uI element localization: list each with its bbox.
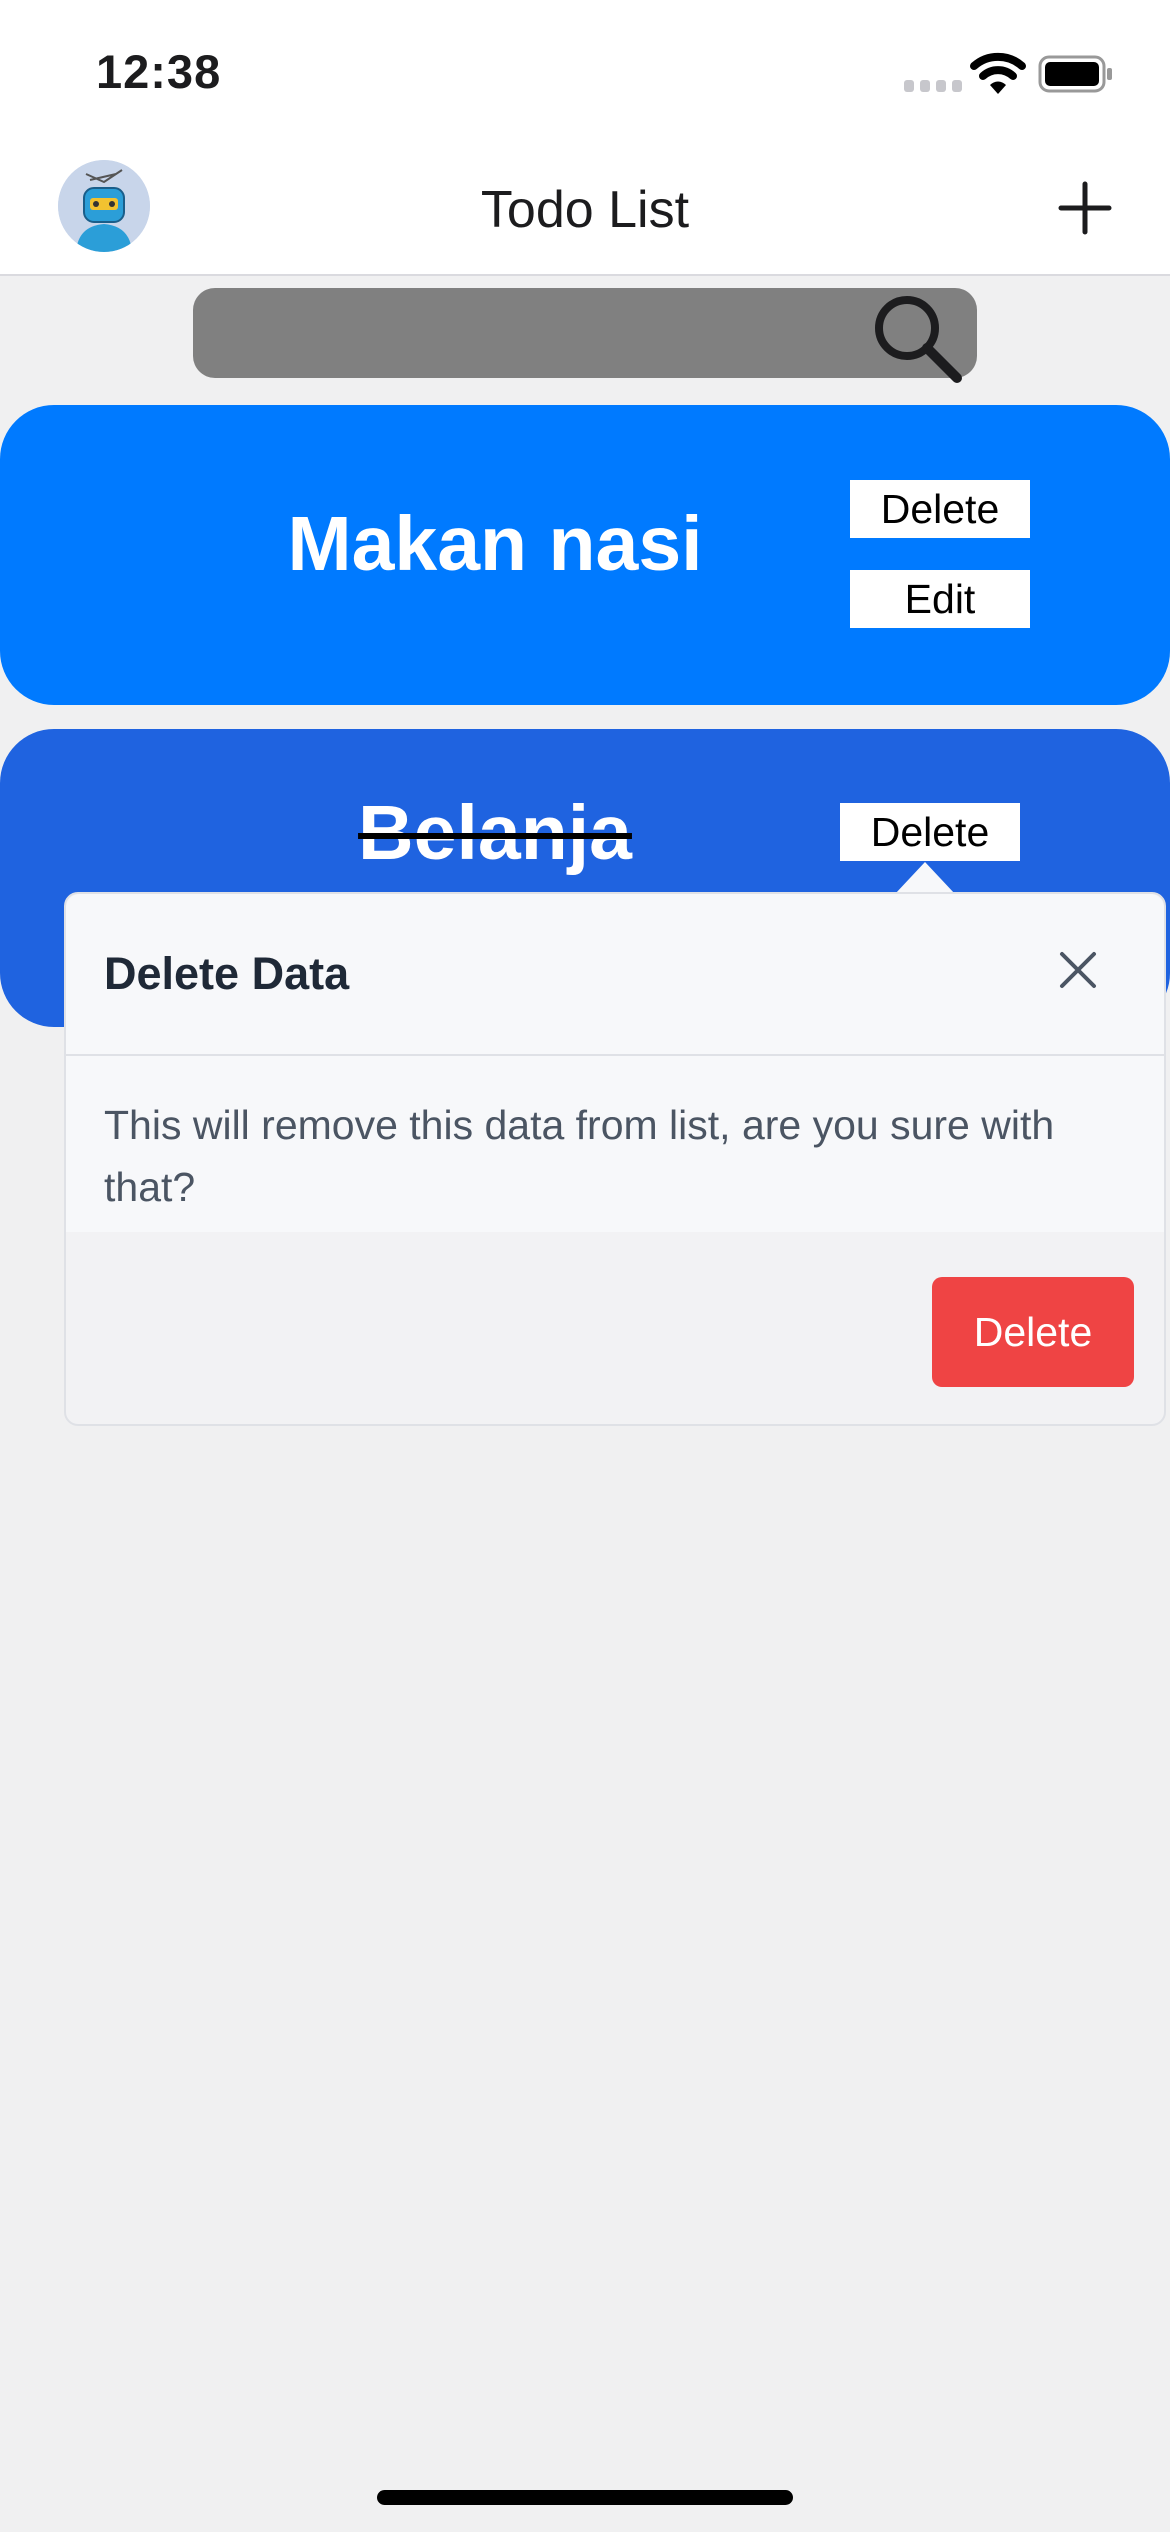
page-title: Todo List (480, 181, 690, 239)
status-time: 12:38 (96, 45, 222, 98)
close-icon[interactable] (1054, 946, 1102, 994)
popover-arrow (895, 862, 955, 894)
wifi-icon (970, 52, 1026, 94)
todo-title: Belanja (358, 790, 632, 876)
todo-card[interactable]: Makan nasi Delete Edit (0, 405, 1170, 705)
edit-button[interactable]: Edit (850, 570, 1030, 628)
popover-title: Delete Data (104, 948, 350, 999)
confirm-delete-button[interactable]: Delete (932, 1277, 1134, 1387)
home-indicator[interactable] (377, 2490, 793, 2505)
navigation-bar: Todo List (0, 140, 1170, 276)
battery-icon (1038, 55, 1112, 93)
popover-body: This will remove this data from list, ar… (66, 1056, 1164, 1232)
popover-message: This will remove this data from list, ar… (104, 1102, 1055, 1210)
delete-button[interactable]: Delete (840, 803, 1020, 861)
cellular-signal-icon (904, 80, 962, 94)
popover-header: Delete Data (66, 894, 1164, 1056)
delete-confirm-popover: Delete Data This will remove this data f… (64, 892, 1166, 1426)
add-icon[interactable] (1057, 180, 1113, 236)
search-icon[interactable] (869, 288, 969, 384)
delete-button[interactable]: Delete (850, 480, 1030, 538)
search-input[interactable] (193, 288, 977, 383)
todo-title: Makan nasi (287, 501, 703, 587)
status-bar: 12:38 (0, 0, 1170, 140)
